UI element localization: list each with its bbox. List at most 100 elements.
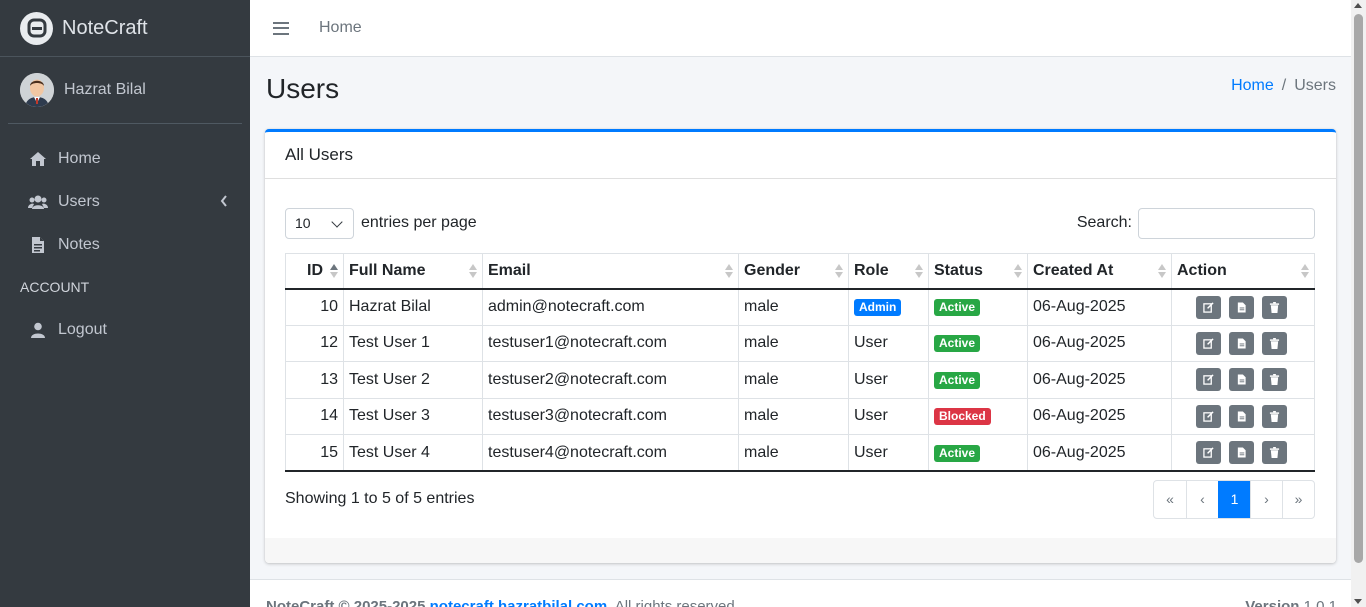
- cell-email: admin@notecraft.com: [482, 288, 739, 326]
- column-header-role[interactable]: Role: [848, 253, 929, 290]
- view-notes-button[interactable]: [1229, 441, 1254, 464]
- cell-created-at: 06-Aug-2025: [1027, 324, 1172, 362]
- trash-icon: [1269, 374, 1280, 386]
- column-header-status[interactable]: Status: [928, 253, 1028, 290]
- user-name: Hazrat Bilal: [64, 81, 146, 98]
- edit-icon: [1203, 411, 1214, 422]
- column-label: Email: [488, 261, 531, 279]
- sort-icon: [725, 264, 733, 278]
- cell-created-at: 06-Aug-2025: [1027, 361, 1172, 399]
- delete-button[interactable]: [1262, 404, 1287, 428]
- datatable-controls: 10 entries per page Search:: [285, 207, 1315, 239]
- sidebar-item-users[interactable]: Users: [0, 180, 250, 223]
- status-badge: Active: [934, 299, 981, 316]
- cell-actions: [1171, 434, 1315, 472]
- table-header-row: ID Full Name Email Gender Role Status Cr…: [285, 253, 1315, 290]
- cell-status: Active: [928, 288, 1028, 326]
- page-last-button[interactable]: »: [1282, 480, 1314, 518]
- cell-status: Active: [928, 361, 1028, 399]
- sidebar-item-notes[interactable]: Notes: [0, 223, 250, 266]
- edit-icon: [1203, 338, 1214, 349]
- column-label: Gender: [744, 261, 801, 279]
- cell-gender: male: [738, 397, 849, 435]
- cell-full-name: Test User 1: [343, 324, 483, 362]
- sort-icon: [469, 264, 477, 278]
- sidebar-item-label: Home: [58, 149, 101, 167]
- view-notes-button[interactable]: [1229, 295, 1254, 319]
- page-prev-button[interactable]: ‹: [1186, 480, 1218, 518]
- scrollbar-thumb[interactable]: [1354, 14, 1363, 563]
- file-icon: [1237, 338, 1246, 349]
- edit-button[interactable]: [1196, 368, 1221, 392]
- brand-name: NoteCraft: [62, 16, 148, 39]
- edit-icon: [1203, 301, 1214, 313]
- brand-link[interactable]: NoteCraft: [0, 0, 250, 57]
- status-badge: Active: [934, 371, 981, 389]
- sidebar-item-home[interactable]: Home: [0, 137, 250, 180]
- user-panel[interactable]: Hazrat Bilal: [8, 57, 242, 124]
- cell-actions: [1171, 288, 1315, 326]
- scroll-up-icon[interactable]: [1354, 3, 1362, 8]
- footer-link[interactable]: notecraft.hazratbilal.com: [430, 598, 608, 607]
- search-input[interactable]: [1138, 207, 1315, 239]
- cell-role: User: [848, 324, 929, 362]
- cell-id: 12: [285, 324, 344, 362]
- delete-button[interactable]: [1262, 295, 1287, 319]
- cell-id: 13: [285, 361, 344, 399]
- breadcrumb: Home / Users: [1231, 77, 1336, 95]
- page-next-button[interactable]: ›: [1250, 480, 1282, 518]
- edit-button[interactable]: [1196, 441, 1221, 464]
- sidebar-item-logout[interactable]: Logout: [0, 308, 250, 351]
- cell-gender: male: [738, 288, 849, 326]
- top-home-link[interactable]: Home: [319, 19, 362, 37]
- users-table: ID Full Name Email Gender Role Status Cr…: [285, 253, 1315, 472]
- footer-version-label: Version: [1245, 598, 1300, 607]
- cell-created-at: 06-Aug-2025: [1027, 434, 1172, 472]
- delete-button[interactable]: [1262, 368, 1287, 392]
- view-notes-button[interactable]: [1229, 331, 1254, 355]
- file-icon: [1237, 411, 1246, 422]
- role-badge: Admin: [854, 299, 902, 316]
- page-length-select[interactable]: 10: [285, 207, 354, 239]
- page-first-button[interactable]: «: [1154, 481, 1186, 518]
- card-title: All Users: [265, 132, 1336, 179]
- column-label: Created At: [1033, 261, 1114, 279]
- column-header-full-name[interactable]: Full Name: [343, 253, 483, 290]
- view-notes-button[interactable]: [1229, 368, 1254, 392]
- cell-gender: male: [738, 324, 849, 362]
- cell-status: Active: [928, 324, 1028, 362]
- scroll-down-icon[interactable]: [1354, 599, 1362, 604]
- cell-role: User: [848, 397, 929, 435]
- table-row: 14 Test User 3 testuser3@notecraft.com m…: [285, 397, 1315, 435]
- column-header-created-at[interactable]: Created At: [1027, 253, 1172, 290]
- status-badge: Blocked: [934, 408, 991, 426]
- table-row: 13 Test User 2 testuser2@notecraft.com m…: [285, 361, 1315, 399]
- column-label: ID: [307, 261, 323, 279]
- sidebar-item-label: Logout: [58, 320, 107, 338]
- footer-version-number: 1.0.1: [1303, 598, 1337, 607]
- column-header-email[interactable]: Email: [482, 253, 739, 290]
- edit-button[interactable]: [1196, 331, 1221, 355]
- breadcrumb-current: Users: [1294, 77, 1336, 94]
- column-header-gender[interactable]: Gender: [738, 253, 849, 290]
- column-header-id[interactable]: ID: [285, 253, 344, 290]
- cell-email: testuser4@notecraft.com: [482, 434, 739, 472]
- cell-email: testuser2@notecraft.com: [482, 361, 739, 399]
- column-header-action[interactable]: Action: [1171, 253, 1315, 290]
- edit-button[interactable]: [1196, 404, 1221, 428]
- page-scrollbar[interactable]: [1351, 0, 1366, 607]
- cell-email: testuser1@notecraft.com: [482, 324, 739, 362]
- nav-header-account: ACCOUNT: [20, 279, 90, 295]
- menu-toggle-icon[interactable]: [273, 21, 289, 35]
- page-current-button[interactable]: 1: [1218, 480, 1250, 518]
- column-label: Full Name: [349, 261, 426, 279]
- edit-button[interactable]: [1196, 295, 1221, 319]
- view-notes-button[interactable]: [1229, 404, 1254, 428]
- footer-copyright-text: NoteCraft © 2025-2025: [266, 598, 426, 607]
- breadcrumb-home-link[interactable]: Home: [1231, 77, 1274, 95]
- avatar: [20, 73, 54, 107]
- delete-button[interactable]: [1262, 331, 1287, 355]
- delete-button[interactable]: [1262, 441, 1287, 464]
- file-icon: [28, 236, 48, 254]
- sort-icon: [1014, 264, 1022, 278]
